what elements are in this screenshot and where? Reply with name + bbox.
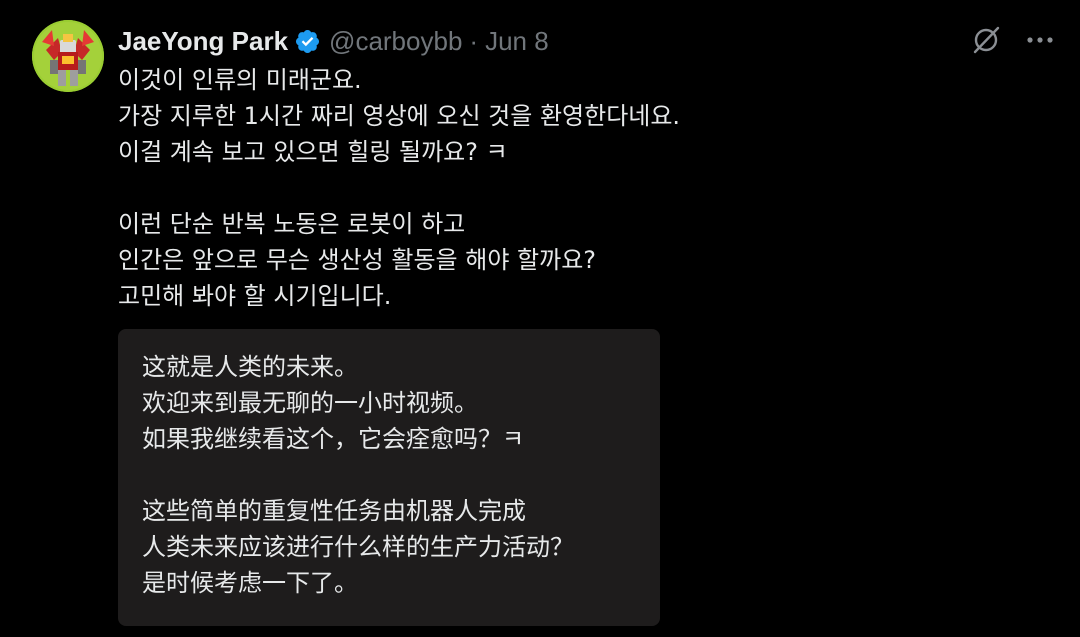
translation-box: 这就是人类的未来。 欢迎来到最无聊的一小时视频。 如果我继续看这个，它会痊愈吗？…: [118, 329, 660, 626]
tweet-text: 이것이 인류의 미래군요. 가장 지루한 1시간 짜리 영상에 오신 것을 환영…: [118, 62, 918, 314]
separator-dot: ·: [469, 25, 479, 56]
translation-line: 如果我继续看这个，它会痊愈吗？ㅋ: [142, 425, 525, 453]
robot-avatar-image: [32, 20, 104, 92]
tweet-line: 인간은 앞으로 무슨 생산성 활동을 해야 할까요?: [118, 246, 597, 274]
tweet-line: 이것이 인류의 미래군요.: [118, 66, 362, 94]
tweet-line: 이런 단순 반복 노동은 로봇이 하고: [118, 210, 466, 238]
translation-line: 是时候考虑一下了。: [142, 569, 358, 597]
translation-line: 这些简单的重复性任务由机器人完成: [142, 497, 526, 525]
user-handle[interactable]: @carboybb: [329, 26, 462, 57]
display-name[interactable]: JaeYong Park: [118, 26, 288, 57]
translation-line: 欢迎来到最无聊的一小时视频。: [142, 389, 478, 417]
tweet-line: 고민해 봐야 할 시기입니다.: [118, 282, 392, 310]
translation-line: 人类未来应该进行什么样的生产力活动？: [142, 533, 574, 561]
translation-line: 这就是人类的未来。: [142, 353, 358, 381]
avatar[interactable]: [32, 20, 104, 92]
tweet-line: 가장 지루한 1시간 짜리 영상에 오신 것을 환영한다네요.: [118, 102, 681, 130]
tweet-header: JaeYong Park @carboybb · Jun 8: [118, 22, 549, 60]
tweet-line: 이걸 계속 보고 있으면 힐링 될까요? ㅋ: [118, 138, 508, 166]
more-icon[interactable]: [1024, 24, 1056, 56]
verified-badge-icon: [294, 28, 321, 55]
translation-line-break: [142, 457, 636, 493]
grok-icon[interactable]: [970, 24, 1002, 56]
tweet-actions: [970, 24, 1056, 56]
tweet-date[interactable]: Jun 8: [485, 26, 549, 57]
tweet-card[interactable]: JaeYong Park @carboybb · Jun 8 이것이 인류의 미…: [0, 0, 1080, 637]
tweet-line-break: [118, 170, 918, 206]
